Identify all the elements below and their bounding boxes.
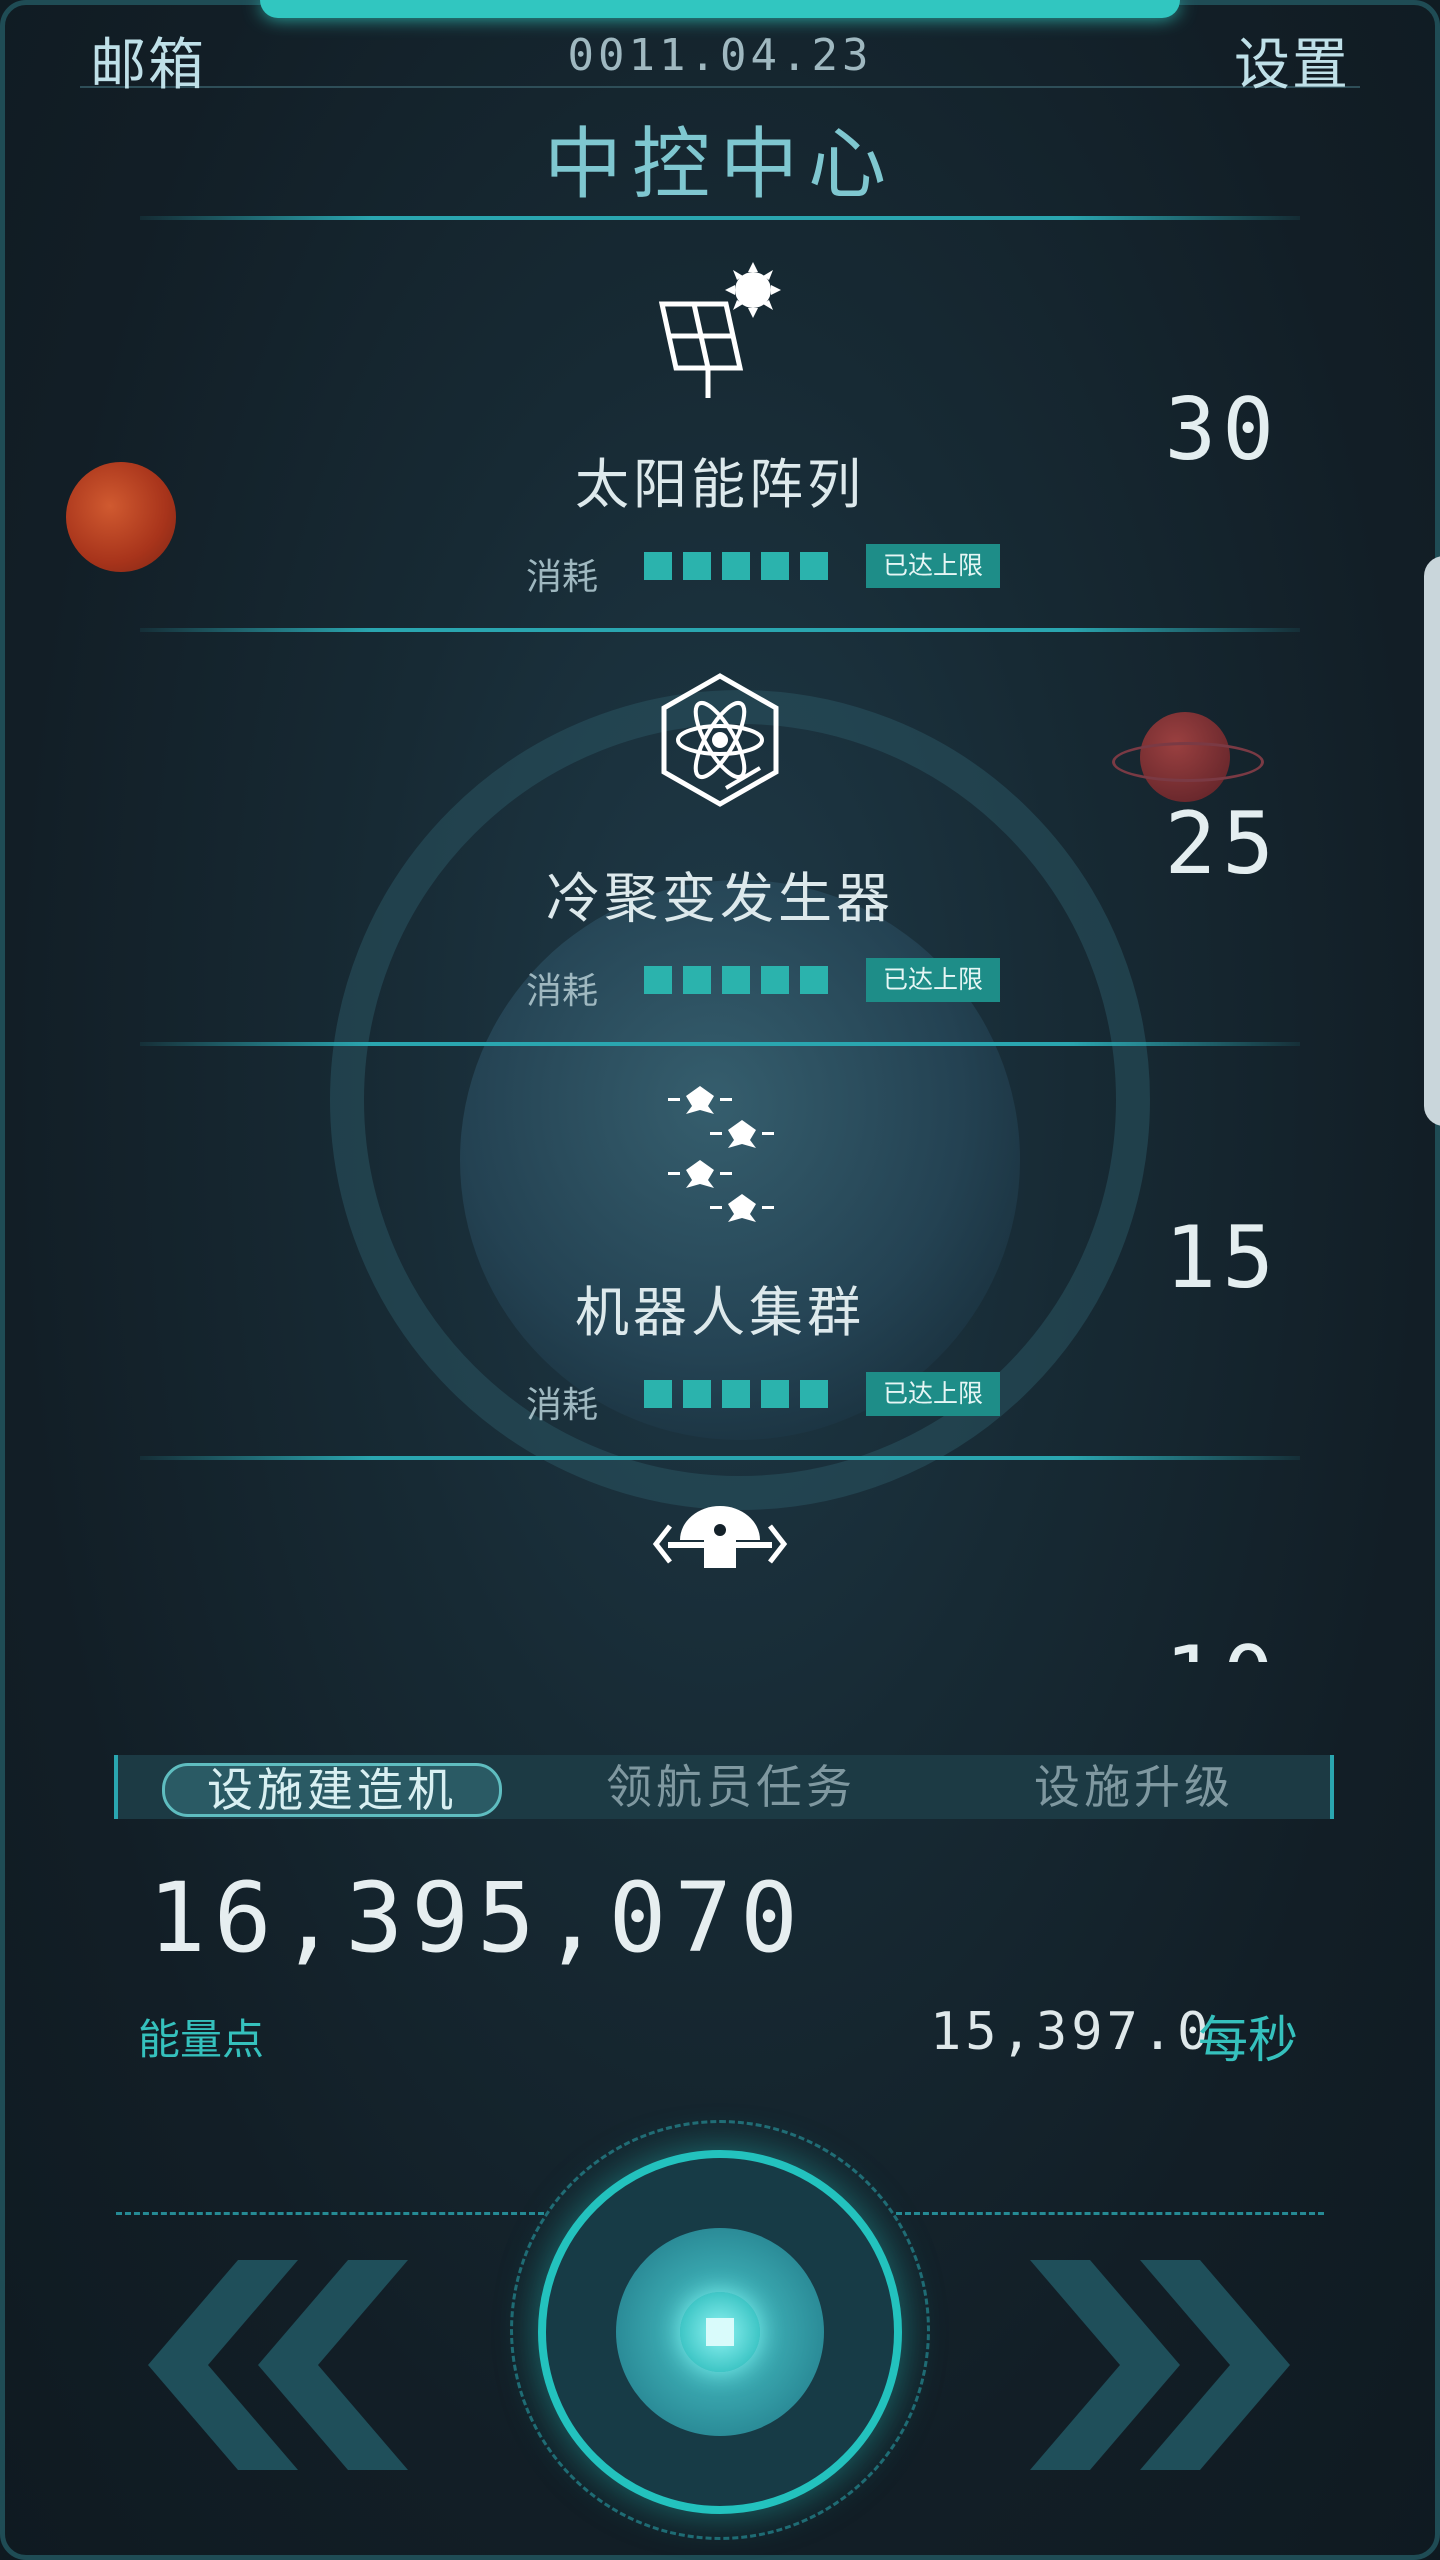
page-title: 中控中心: [543, 120, 896, 210]
cost-segment: [683, 966, 711, 994]
cost-segment: [722, 552, 750, 580]
top-glow-bar: [260, 0, 1180, 18]
robot-swarm-icon: [640, 1076, 800, 1236]
cost-segment: [683, 552, 711, 580]
cost-segment: [644, 552, 672, 580]
energy-rate: 15,397.0: [930, 2002, 1213, 2062]
tab-facility-upgrade[interactable]: 设施升级: [974, 1755, 1294, 1819]
core-square: [706, 2318, 734, 2346]
max-level-badge: 已达上限: [866, 1372, 1000, 1416]
cost-segment: [761, 1380, 789, 1408]
cost-segment: [683, 1380, 711, 1408]
cost-segment: [800, 966, 828, 994]
cost-segment: [644, 966, 672, 994]
cost-meter: 消耗 已达上限: [526, 958, 1026, 1012]
dashed-rail-left: [116, 2212, 544, 2215]
double-chevron-left-icon[interactable]: [138, 2260, 418, 2470]
row-divider: [140, 216, 1300, 220]
solar-panel-icon: [640, 246, 800, 406]
facility-count: 10: [1164, 1628, 1280, 1662]
cost-meter: 消耗 已达上限: [526, 1372, 1026, 1426]
cost-segment: [722, 1380, 750, 1408]
game-date: 0011.04.23: [567, 30, 873, 81]
ringed-planet-art: [1112, 712, 1264, 802]
row-divider: [140, 628, 1300, 632]
facility-count: 25: [1164, 794, 1280, 894]
settings-button[interactable]: 设置: [1234, 20, 1350, 101]
cost-segment: [800, 1380, 828, 1408]
cost-segment: [722, 966, 750, 994]
row-divider: [140, 1042, 1300, 1046]
cost-meter: 消耗 已达上限: [526, 544, 1026, 598]
cost-label: 消耗: [526, 971, 599, 1012]
drone-icon: [640, 1480, 800, 1610]
cost-label: 消耗: [526, 557, 599, 598]
cost-segment: [761, 552, 789, 580]
tap-core-button[interactable]: [538, 2150, 902, 2514]
header-rule: [80, 86, 1360, 88]
facility-row-drones[interactable]: 10: [0, 1480, 1440, 1662]
cost-segment: [800, 552, 828, 580]
tab-facility-builder[interactable]: 设施建造机: [162, 1763, 502, 1817]
cost-segment: [644, 1380, 672, 1408]
row-divider: [140, 1456, 1300, 1460]
energy-total: 16,395,070: [148, 1862, 806, 1974]
tab-navigator-missions[interactable]: 领航员任务: [546, 1755, 916, 1819]
tap-core-button-icon: [680, 2292, 760, 2372]
max-level-badge: 已达上限: [866, 544, 1000, 588]
cost-label: 消耗: [526, 1385, 599, 1426]
facility-count: 15: [1164, 1208, 1280, 1308]
tab-bar: 设施建造机 领航员任务 设施升级: [114, 1755, 1334, 1819]
atom-icon: [640, 664, 800, 824]
energy-label: 能量点: [138, 2015, 265, 2064]
side-drawer-handle[interactable]: [1424, 556, 1440, 1126]
cost-segment: [761, 966, 789, 994]
max-level-badge: 已达上限: [866, 958, 1000, 1002]
facility-count: 30: [1164, 380, 1280, 480]
energy-rate-unit: 每秒: [1198, 2011, 1298, 2069]
dashed-rail-right: [896, 2212, 1324, 2215]
double-chevron-right-icon[interactable]: [1020, 2260, 1300, 2470]
tap-core-inner: [616, 2228, 824, 2436]
